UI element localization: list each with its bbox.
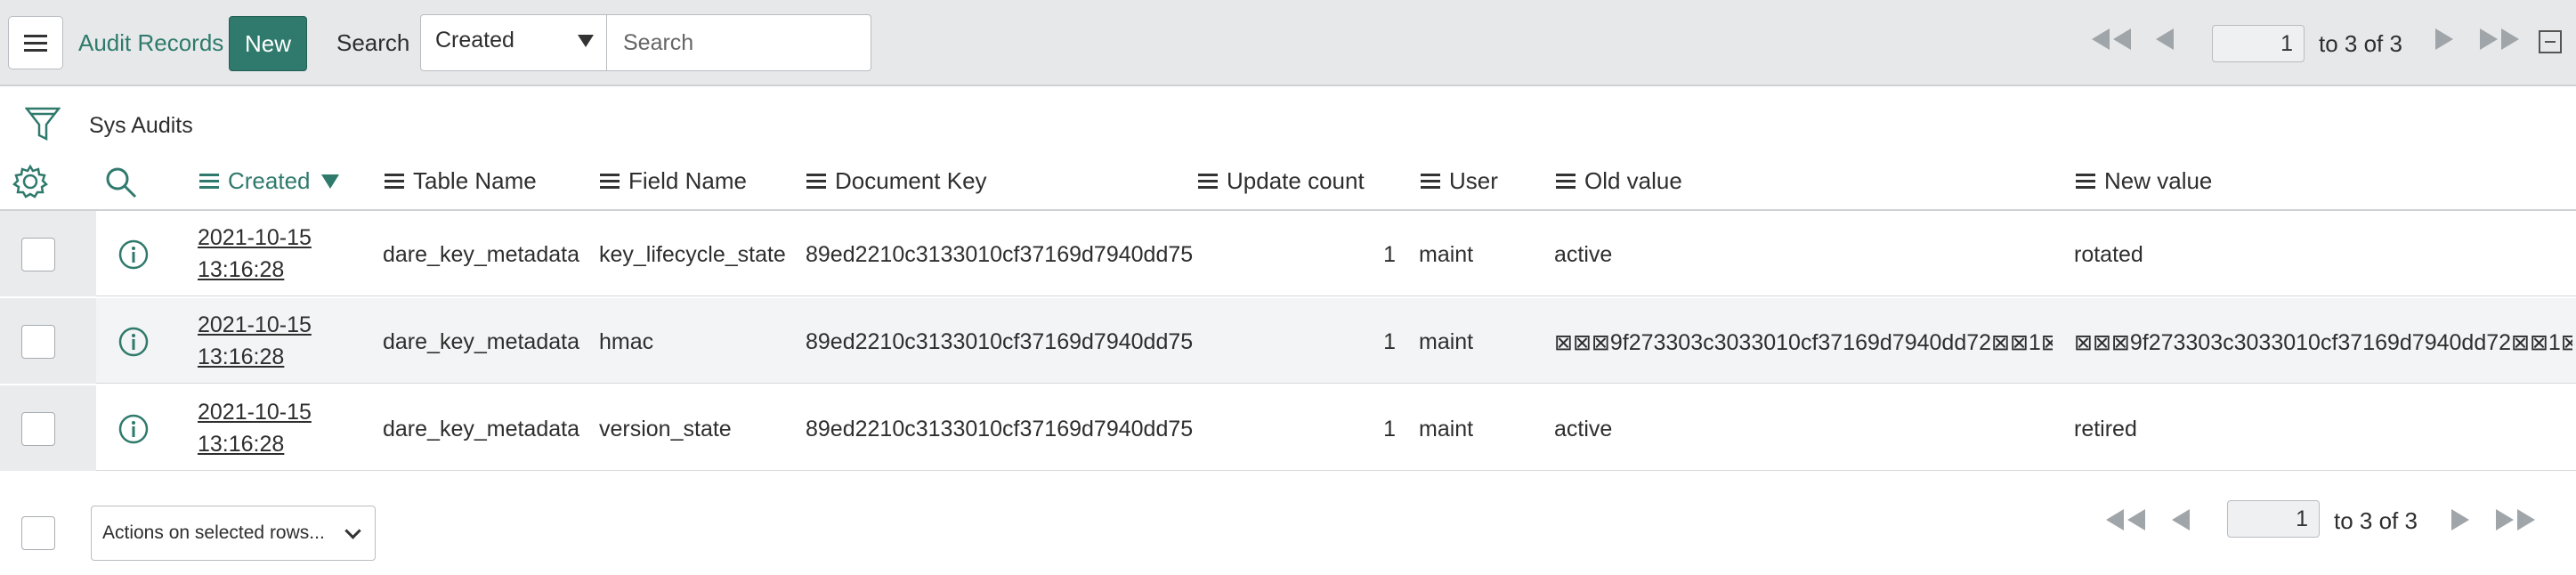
column-header-update-count[interactable]: Update count (1198, 167, 1365, 195)
created-date: 2021-10-15 (198, 312, 312, 337)
table-name-cell: dare_key_metadata (383, 329, 579, 354)
column-menu-icon[interactable] (199, 173, 219, 190)
new-value-cell: rotated (2074, 242, 2143, 267)
hamburger-icon (24, 35, 47, 52)
page-number-input[interactable] (2227, 500, 2320, 538)
search-field-value: Created (435, 28, 514, 53)
page-range-text: to 3 of 3 (2319, 30, 2402, 57)
first-page-icon[interactable] (2088, 27, 2135, 58)
info-icon[interactable] (117, 413, 150, 449)
column-menu-icon[interactable] (600, 173, 620, 190)
column-menu-icon[interactable] (2076, 173, 2095, 190)
column-menu-icon[interactable] (1198, 173, 1218, 190)
column-header-field-name[interactable]: Field Name (600, 167, 747, 195)
new-value-cell: retired (2074, 417, 2137, 441)
update-count-cell: 1 (1383, 242, 1396, 267)
last-page-icon[interactable] (2492, 507, 2539, 539)
list-title-link[interactable]: Audit Records (78, 29, 223, 57)
row-checkbox[interactable] (21, 238, 55, 271)
old-value-cell: active (1554, 417, 1613, 441)
column-label: New value (2104, 167, 2213, 194)
created-link[interactable]: 2021-10-15 13:16:28 (198, 396, 312, 460)
breadcrumb[interactable]: Sys Audits (89, 113, 193, 139)
field-name-cell: version_state (599, 417, 732, 441)
caret-down-icon (578, 35, 594, 47)
chevron-down-icon (344, 522, 361, 539)
old-value-cell: ⊠⊠⊠9f273303c3033010cf37169d7940dd72⊠⊠1⊠⊠… (1554, 330, 2053, 355)
created-link[interactable]: 2021-10-15 13:16:28 (198, 222, 312, 286)
column-label: Update count (1227, 167, 1365, 194)
sort-descending-icon (320, 174, 339, 189)
column-menu-icon[interactable] (806, 173, 826, 190)
created-time: 13:16:28 (198, 344, 285, 369)
previous-page-icon[interactable] (2154, 27, 2175, 58)
search-field-select[interactable]: Created (420, 14, 607, 71)
search-column-icon[interactable] (103, 165, 139, 205)
info-icon[interactable] (117, 239, 150, 275)
new-value-cell: ⊠⊠⊠9f273303c3033010cf37169d7940dd72⊠⊠1⊠⊠… (2074, 330, 2572, 355)
update-count-cell: 1 (1383, 417, 1396, 441)
row-checkbox[interactable] (21, 325, 55, 359)
column-label: User (1449, 167, 1498, 194)
field-name-cell: key_lifecycle_state (599, 242, 786, 267)
document-key-cell: 89ed2210c3133010cf37169d7940dd75 (806, 329, 1194, 354)
column-header-created[interactable]: Created (199, 167, 339, 195)
column-label: Old value (1584, 167, 1682, 194)
info-icon[interactable] (117, 326, 150, 362)
column-label: Document Key (835, 167, 987, 194)
column-menu-icon[interactable] (1421, 173, 1440, 190)
update-count-cell: 1 (1383, 329, 1396, 354)
created-date: 2021-10-15 (198, 400, 312, 425)
user-cell: maint (1419, 329, 1474, 354)
collapse-icon[interactable] (2539, 30, 2562, 53)
first-page-icon[interactable] (2102, 507, 2149, 539)
user-cell: maint (1419, 417, 1474, 441)
column-header-table-name[interactable]: Table Name (385, 167, 537, 195)
actions-select[interactable]: Actions on selected rows... (91, 506, 376, 561)
column-header-old-value[interactable]: Old value (1556, 167, 1682, 195)
user-cell: maint (1419, 242, 1474, 267)
column-label: Table Name (413, 167, 537, 194)
table-name-cell: dare_key_metadata (383, 417, 579, 441)
row-checkbox[interactable] (21, 412, 55, 446)
search-input[interactable] (606, 14, 871, 71)
column-header-document-key[interactable]: Document Key (806, 167, 987, 195)
actions-label: Actions on selected rows... (102, 522, 325, 543)
column-label: Created (228, 167, 311, 194)
created-time: 13:16:28 (198, 432, 285, 457)
filter-icon[interactable] (24, 105, 61, 147)
column-menu-icon[interactable] (385, 173, 404, 190)
document-key-cell: 89ed2210c3133010cf37169d7940dd75 (806, 417, 1194, 441)
table-name-cell: dare_key_metadata (383, 242, 579, 267)
column-menu-icon[interactable] (1556, 173, 1576, 190)
next-page-icon[interactable] (2434, 27, 2455, 58)
last-page-icon[interactable] (2476, 27, 2523, 58)
column-label: Field Name (628, 167, 747, 194)
column-header-new-value[interactable]: New value (2076, 167, 2212, 195)
gear-icon[interactable] (12, 164, 49, 204)
column-header-user[interactable]: User (1421, 167, 1498, 195)
created-time: 13:16:28 (198, 257, 285, 282)
field-name-cell: hmac (599, 329, 654, 354)
created-link[interactable]: 2021-10-15 13:16:28 (198, 309, 312, 373)
created-date: 2021-10-15 (198, 225, 312, 250)
search-label: Search (336, 29, 410, 56)
next-page-icon[interactable] (2450, 507, 2471, 539)
old-value-cell: active (1554, 242, 1613, 267)
new-button[interactable]: New (229, 16, 307, 71)
previous-page-icon[interactable] (2170, 507, 2191, 539)
select-all-checkbox[interactable] (21, 516, 55, 550)
page-range-text: to 3 of 3 (2334, 507, 2418, 534)
page-number-input[interactable] (2212, 25, 2305, 62)
list-menu-button[interactable] (8, 16, 63, 69)
document-key-cell: 89ed2210c3133010cf37169d7940dd75 (806, 242, 1194, 267)
